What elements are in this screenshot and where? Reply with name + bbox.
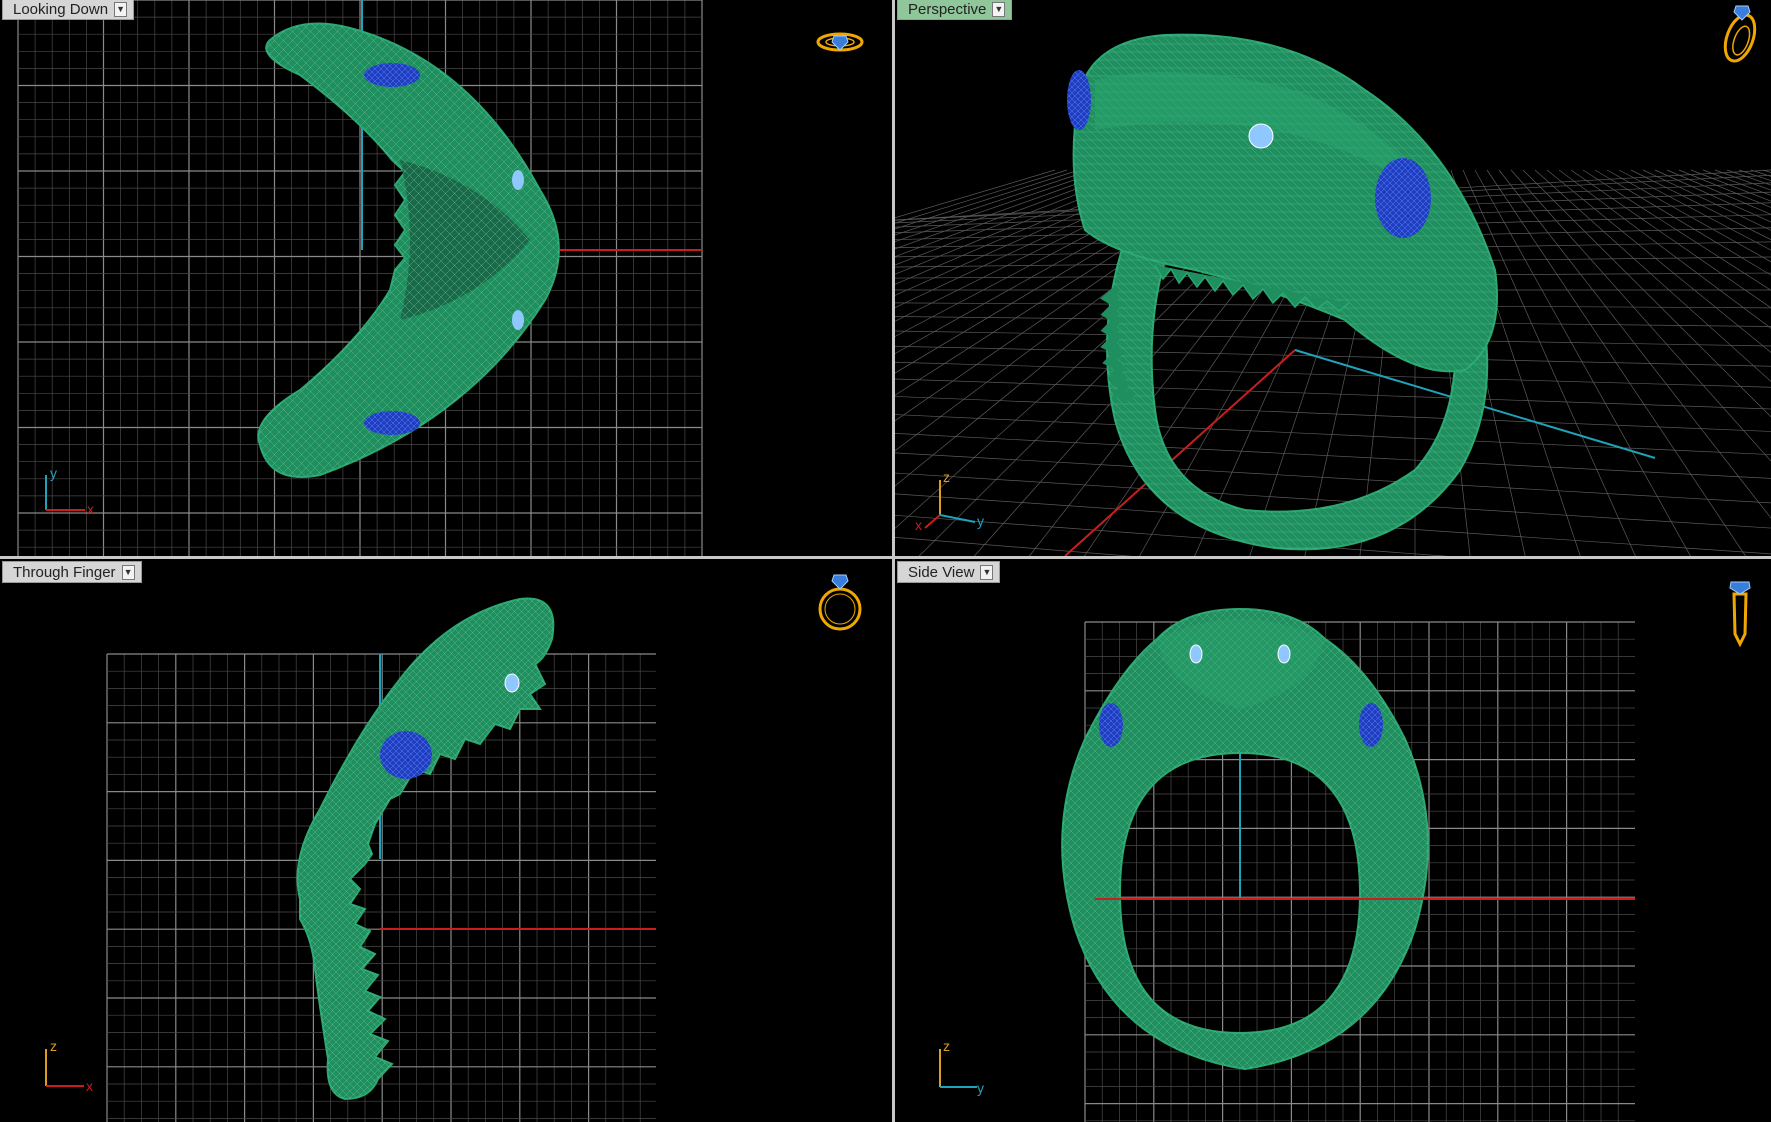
gem-small[interactable]	[1277, 644, 1291, 664]
viewport-perspective[interactable]: Perspective ▼ z y x	[895, 0, 1771, 556]
axis-label-h: x	[87, 501, 94, 517]
ring-side-view-icon[interactable]	[1729, 581, 1751, 648]
gem-top[interactable]	[364, 63, 420, 87]
through-finger-canvas[interactable]: z x	[0, 559, 892, 1122]
ring-model-perspective[interactable]	[1067, 33, 1498, 551]
axis-label-h: y	[977, 513, 984, 529]
ring-model-front[interactable]	[296, 597, 555, 1101]
gem-center[interactable]	[380, 731, 432, 779]
axis-label-d: x	[915, 517, 922, 533]
viewport-title: Perspective	[908, 0, 987, 18]
gem-right[interactable]	[1375, 158, 1431, 238]
gem-small[interactable]	[1248, 123, 1274, 149]
viewport-label-through-finger[interactable]: Through Finger ▼	[2, 561, 142, 583]
gem-side[interactable]	[512, 310, 524, 330]
chevron-down-icon[interactable]: ▼	[121, 564, 135, 580]
viewport-side-view[interactable]: Side View ▼ z y	[895, 559, 1771, 1122]
axis-label-v: z	[943, 469, 950, 485]
axis-indicator: y x	[45, 465, 94, 517]
viewport-label-perspective[interactable]: Perspective ▼	[897, 0, 1013, 20]
gem-right[interactable]	[1359, 703, 1383, 747]
axis-label-v: y	[50, 465, 57, 481]
axis-indicator: z y	[939, 1038, 984, 1096]
viewport-label-side-view[interactable]: Side View ▼	[897, 561, 1001, 583]
viewport-title: Side View	[908, 563, 975, 581]
gem-small[interactable]	[504, 673, 520, 693]
gem-small[interactable]	[1189, 644, 1203, 664]
chevron-down-icon[interactable]: ▼	[992, 1, 1006, 17]
viewport-divider-horizontal[interactable]	[0, 556, 1771, 559]
side-view-canvas[interactable]: z y	[895, 559, 1771, 1122]
axis-label-h: x	[86, 1078, 93, 1094]
axis-label-h: y	[977, 1080, 984, 1096]
viewport-through-finger[interactable]: Through Finger ▼ z x	[0, 559, 892, 1122]
gem-bottom[interactable]	[364, 411, 420, 435]
axis-label-v: z	[943, 1038, 950, 1054]
viewport-divider-vertical[interactable]	[892, 0, 895, 1122]
chevron-down-icon[interactable]: ▼	[114, 1, 128, 17]
gem-side[interactable]	[512, 170, 524, 190]
gem-left[interactable]	[1099, 703, 1123, 747]
perspective-canvas[interactable]: z y x	[895, 0, 1771, 556]
axis-label-v: z	[50, 1038, 57, 1054]
ring-front-view-icon[interactable]	[818, 574, 862, 631]
gem-left[interactable]	[1067, 70, 1091, 130]
viewport-title: Looking Down	[13, 0, 109, 18]
axis-indicator: z x	[45, 1038, 93, 1094]
viewport-title: Through Finger	[13, 563, 116, 581]
looking-down-canvas[interactable]: y x	[0, 0, 892, 556]
viewport-label-looking-down[interactable]: Looking Down ▼	[2, 0, 135, 20]
chevron-down-icon[interactable]: ▼	[980, 564, 994, 580]
viewport-looking-down[interactable]: Looking Down ▼ y x	[0, 0, 892, 556]
ring-perspective-icon[interactable]	[1720, 5, 1761, 65]
ring-top-view-icon[interactable]	[816, 32, 864, 52]
